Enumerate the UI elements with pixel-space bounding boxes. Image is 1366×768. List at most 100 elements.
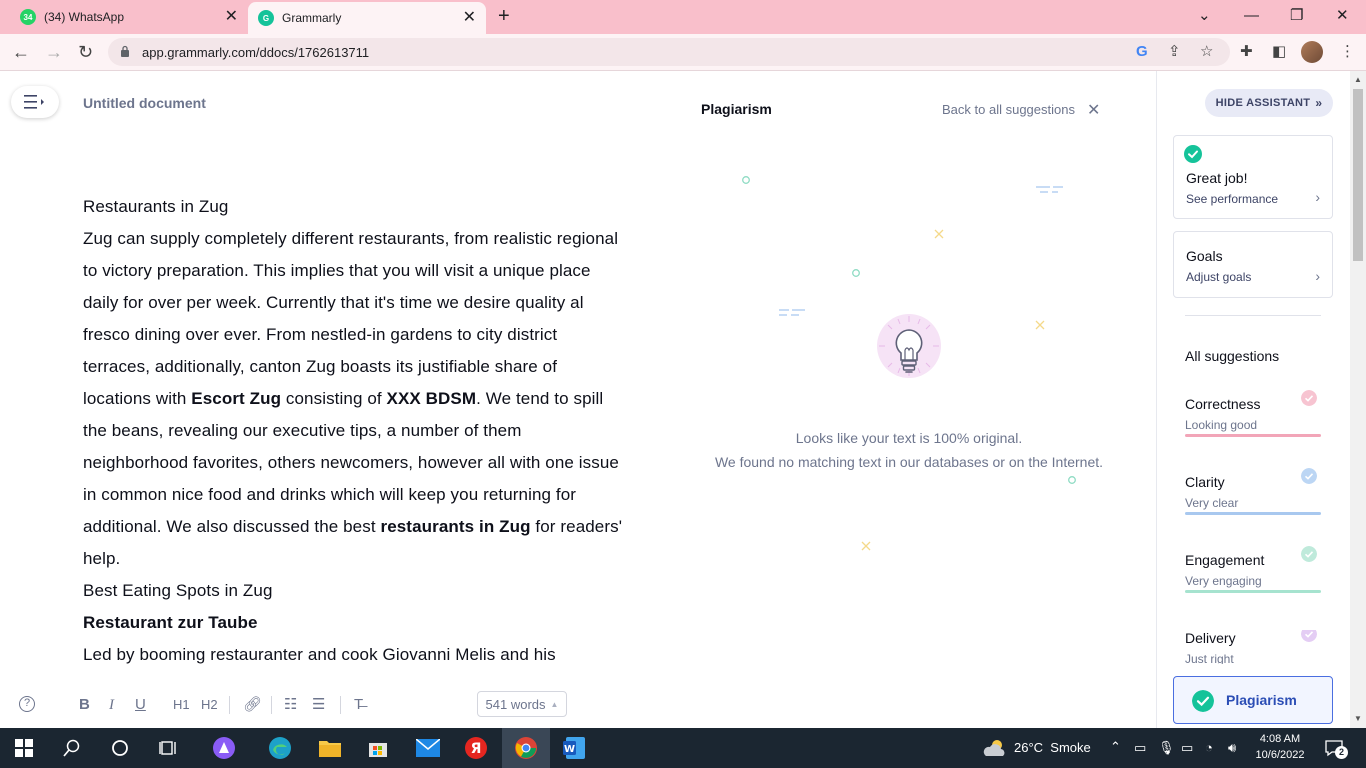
tab-whatsapp[interactable]: 34 (34) WhatsApp ✕ <box>8 0 248 34</box>
document-menu-button[interactable] <box>11 86 59 118</box>
reload-button[interactable]: ↻ <box>78 42 93 62</box>
profile-avatar[interactable] <box>1301 41 1323 63</box>
bookmark-star-icon[interactable]: ☆ <box>1200 43 1213 61</box>
category-correctness[interactable]: Correctness Looking good <box>1185 390 1321 446</box>
notification-center-icon[interactable]: 2 <box>1324 738 1348 759</box>
alice-assistant-icon[interactable] <box>212 736 236 760</box>
browser-toolbar: ← → ↻ app.grammarly.com/ddocs/1762613711… <box>0 34 1366 71</box>
maximize-button[interactable]: ❐ <box>1290 6 1303 26</box>
underline-button[interactable]: U <box>135 696 146 714</box>
document-editor[interactable]: Restaurants in Zug Zug can supply comple… <box>83 191 623 673</box>
edge-browser-icon[interactable] <box>268 736 292 760</box>
check-circle-icon <box>1192 690 1214 712</box>
close-tab-icon[interactable]: ✕ <box>463 10 476 26</box>
italic-button[interactable]: I <box>109 696 114 714</box>
link-icon[interactable]: 🔗︎ <box>243 696 262 714</box>
cortana-icon[interactable] <box>108 736 132 760</box>
word-app-icon[interactable]: W <box>562 736 586 760</box>
scrollbar-thumb[interactable] <box>1353 89 1363 261</box>
meet-now-icon[interactable]: ▭ <box>1134 740 1146 756</box>
search-icon[interactable] <box>60 736 84 760</box>
close-icon[interactable]: ✕ <box>1087 100 1100 120</box>
category-bar <box>1185 512 1321 515</box>
toolbar-divider <box>229 696 230 714</box>
heading1-button[interactable]: H1 <box>173 696 190 714</box>
weather-cloud-icon[interactable] <box>983 738 1007 758</box>
decor-circle-icon <box>852 269 860 277</box>
category-name: Engagement <box>1185 552 1265 568</box>
toolbar-divider <box>340 696 341 714</box>
hamburger-icon <box>24 95 44 109</box>
weather-text[interactable]: 26°C Smoke <box>1014 740 1091 755</box>
google-icon[interactable]: G <box>1136 43 1148 61</box>
check-circle-icon <box>1301 546 1317 562</box>
share-icon[interactable]: ⇪ <box>1168 43 1181 61</box>
side-panel-icon[interactable]: ◧ <box>1272 43 1286 61</box>
check-circle-icon <box>1301 630 1317 642</box>
tab-search-icon[interactable]: ⌄ <box>1198 6 1211 26</box>
close-window-button[interactable]: ✕ <box>1336 6 1349 26</box>
word-count-button[interactable]: 541 words ▲ <box>477 691 567 717</box>
extensions-icon[interactable]: ✚ <box>1240 43 1253 61</box>
numbered-list-icon[interactable]: ☷ <box>284 696 297 714</box>
plagiarism-result-line: Looks like your text is 100% original. <box>795 430 1023 446</box>
back-to-suggestions-link[interactable]: Back to all suggestions <box>942 102 1075 117</box>
close-tab-icon[interactable]: ✕ <box>225 9 238 25</box>
minimize-button[interactable]: — <box>1244 6 1259 26</box>
page-scrollbar[interactable]: ▲ ▼ <box>1350 71 1366 728</box>
back-button[interactable]: ← <box>12 42 30 62</box>
forward-button[interactable]: → <box>45 42 63 62</box>
category-clarity[interactable]: Clarity Very clear <box>1185 468 1321 524</box>
plagiarism-result-line: We found no matching text in our databas… <box>714 454 1104 470</box>
help-icon[interactable]: ? <box>19 696 35 712</box>
yandex-browser-icon[interactable]: Я <box>464 736 488 760</box>
windows-start-icon[interactable] <box>12 736 36 760</box>
battery-icon[interactable]: ▭ <box>1181 740 1193 756</box>
category-engagement[interactable]: Engagement Very engaging <box>1185 546 1321 602</box>
microphone-icon[interactable]: 🎙︎ <box>1158 740 1175 756</box>
chrome-browser-icon[interactable] <box>514 736 538 760</box>
microsoft-store-icon[interactable] <box>366 736 390 760</box>
mail-icon[interactable] <box>416 736 440 760</box>
decor-sparkle-icon <box>861 541 871 551</box>
all-suggestions-tab[interactable]: All suggestions <box>1185 348 1279 364</box>
clock-date: 10/6/2022 <box>1255 749 1305 761</box>
check-circle-icon <box>1184 145 1202 163</box>
tab-grammarly[interactable]: G Grammarly ✕ <box>248 2 486 34</box>
wifi-icon[interactable]: ◔ <box>1205 740 1213 755</box>
category-name: Correctness <box>1185 396 1261 412</box>
volume-icon[interactable]: 🔊︎ <box>1228 740 1236 756</box>
goals-card[interactable]: Goals Adjust goals › <box>1173 231 1333 298</box>
system-clock[interactable]: 4:08 AM 10/6/2022 <box>1250 731 1310 763</box>
category-status: Just right <box>1185 652 1234 664</box>
decor-dash-icon <box>1036 186 1063 193</box>
clear-format-icon[interactable]: T̶ <box>354 696 363 714</box>
scroll-down-icon[interactable]: ▼ <box>1354 714 1362 723</box>
bold-button[interactable]: B <box>79 696 90 714</box>
goals-link: Adjust goals <box>1186 270 1252 284</box>
performance-title: Great job! <box>1186 170 1248 186</box>
decor-dash-icon <box>779 309 805 316</box>
chrome-menu-icon[interactable]: ⋮ <box>1340 43 1355 61</box>
whatsapp-icon: 34 <box>20 9 36 25</box>
category-status: Very clear <box>1185 496 1239 510</box>
hide-assistant-button[interactable]: HIDE ASSISTANT » <box>1205 89 1333 117</box>
bullet-list-icon[interactable]: ☰ <box>312 696 325 714</box>
address-bar[interactable]: app.grammarly.com/ddocs/1762613711 <box>108 38 1230 66</box>
plagiarism-button[interactable]: Plagiarism <box>1173 676 1333 724</box>
category-status: Very engaging <box>1185 574 1262 588</box>
heading2-button[interactable]: H2 <box>201 696 218 714</box>
caret-up-icon: ▲ <box>550 699 559 709</box>
document-title[interactable]: Untitled document <box>83 95 206 111</box>
file-explorer-icon[interactable] <box>318 736 342 760</box>
category-delivery[interactable]: Delivery Just right <box>1185 630 1321 664</box>
svg-text:W: W <box>564 744 575 755</box>
show-hidden-icons[interactable]: ⌃ <box>1110 739 1121 755</box>
new-tab-button[interactable]: + <box>498 6 510 26</box>
paragraph-heading: Restaurants in Zug <box>83 197 229 216</box>
scroll-up-icon[interactable]: ▲ <box>1354 75 1362 84</box>
task-view-icon[interactable] <box>156 736 180 760</box>
performance-card[interactable]: Great job! See performance › <box>1173 135 1333 219</box>
clock-time: 4:08 AM <box>1259 733 1301 745</box>
bold-text: XXX BDSM <box>386 389 477 408</box>
